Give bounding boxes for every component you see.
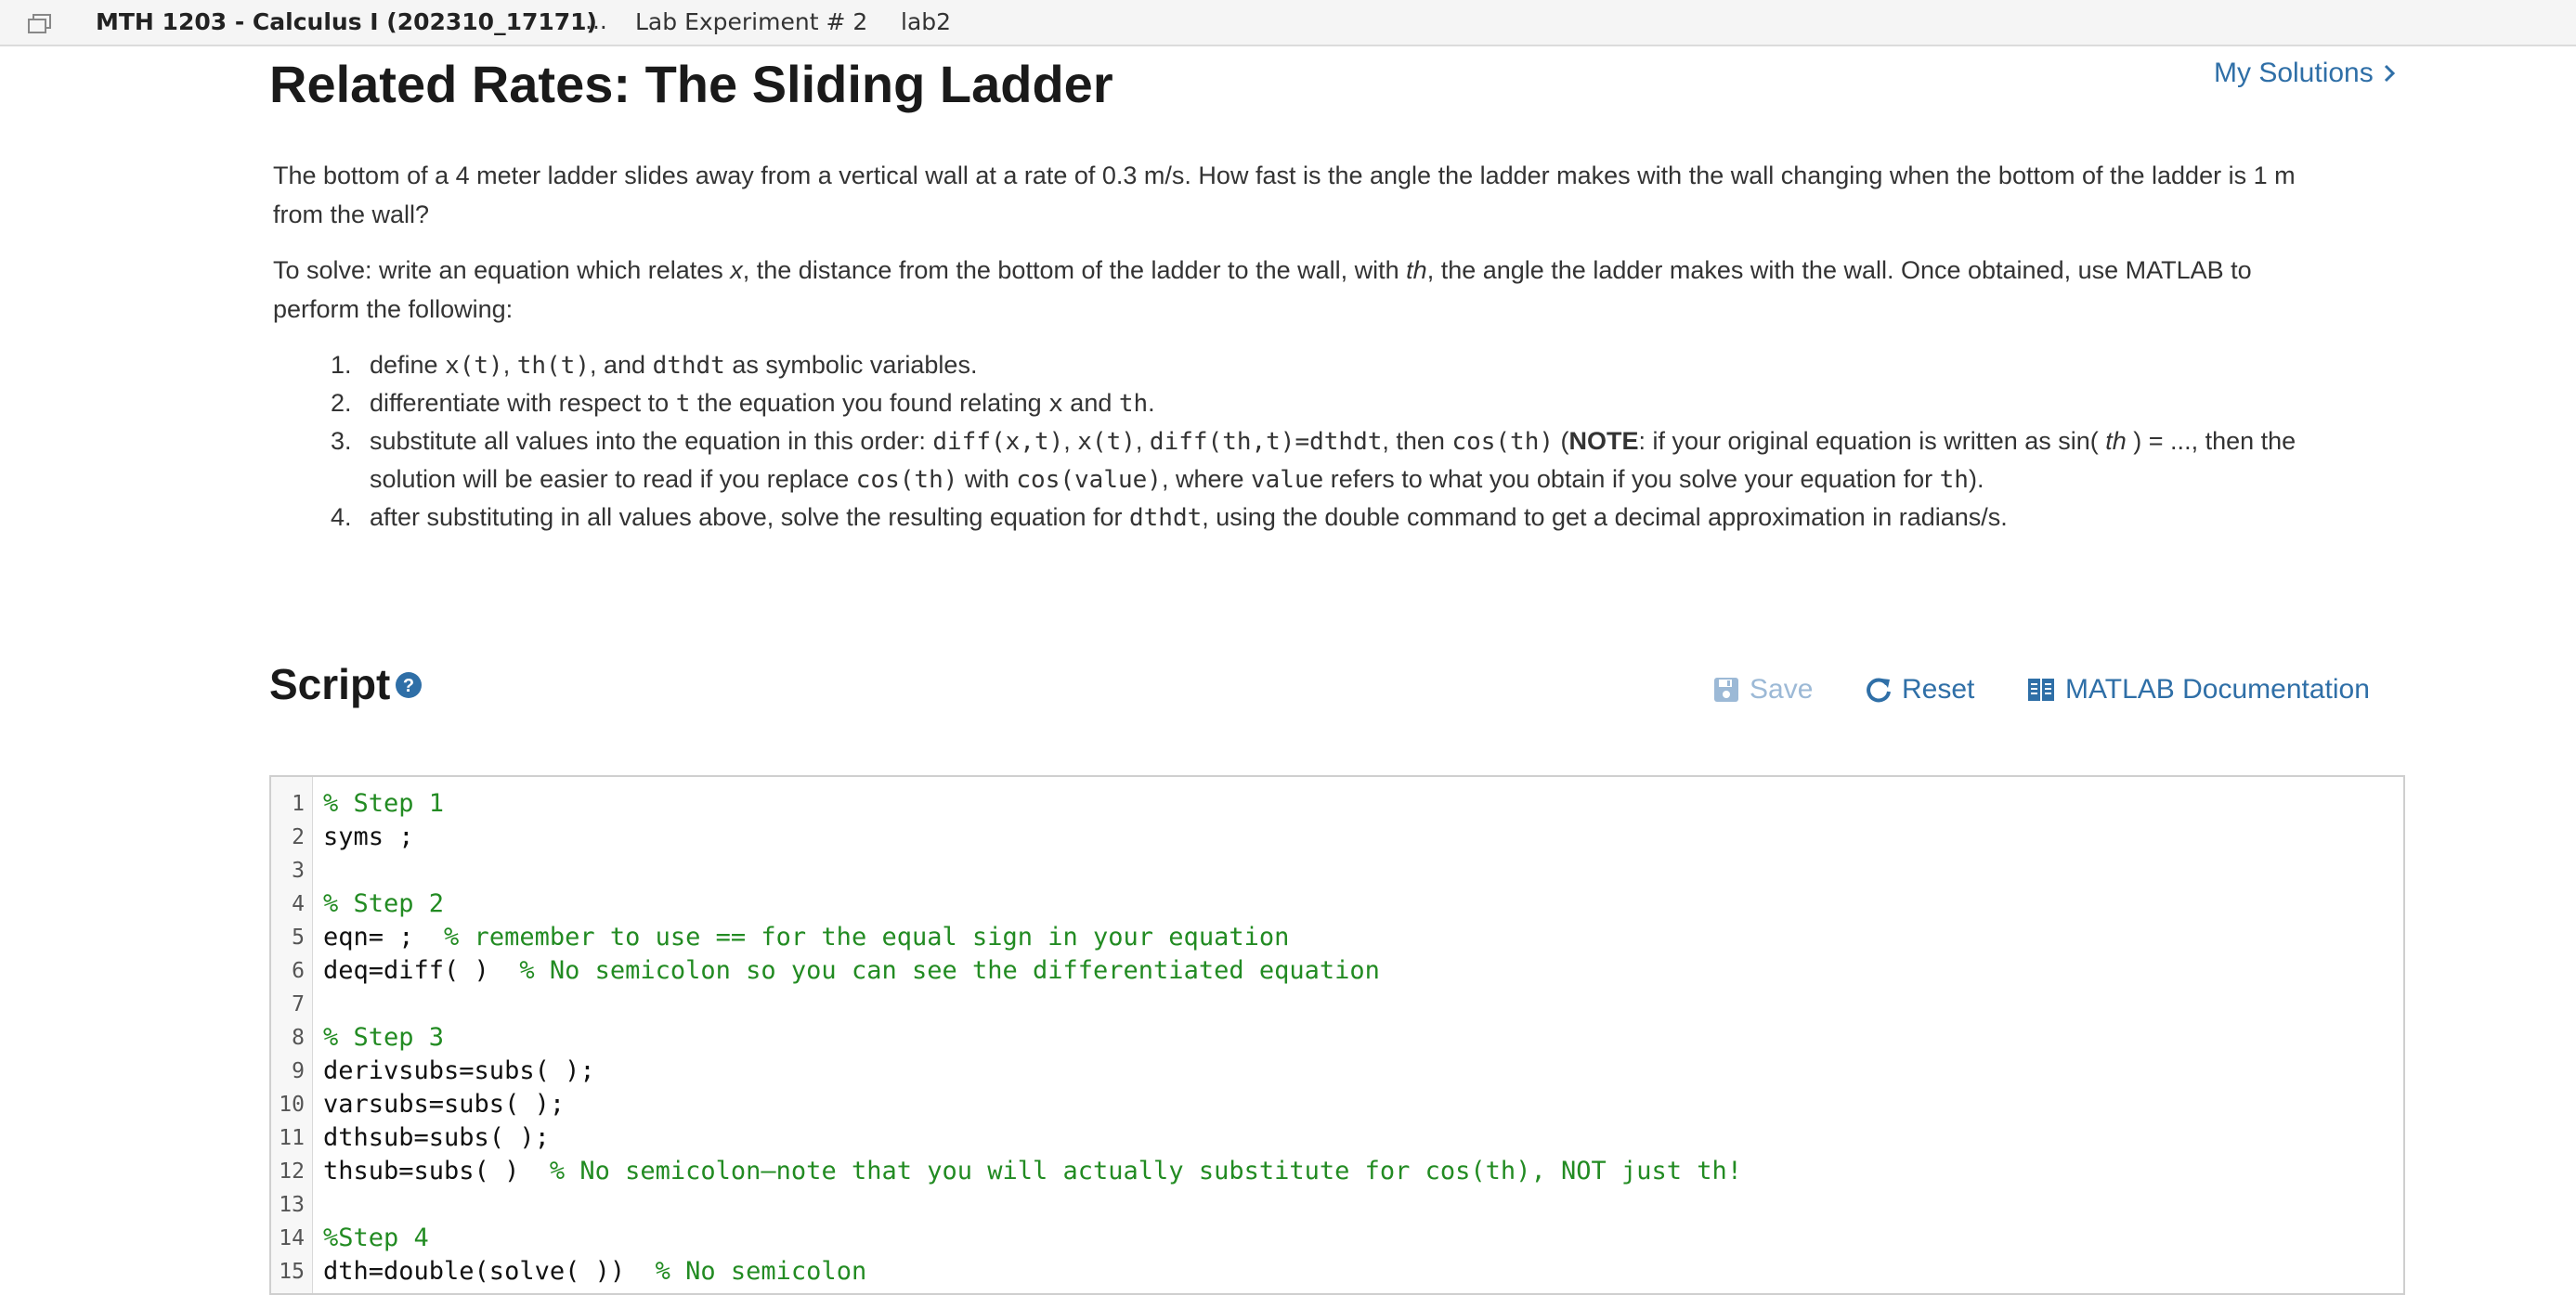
help-icon[interactable]: ? <box>395 671 423 699</box>
list-item: 4. after substituting in all values above… <box>331 503 2008 532</box>
code-text: % Step 3 <box>323 1021 444 1055</box>
problem-statement: The bottom of a 4 meter ladder slides aw… <box>273 162 2296 228</box>
code-text: % Step 2 <box>323 887 444 921</box>
refresh-icon <box>1867 678 1891 703</box>
matlab-documentation-label: MATLAB Documentation <box>2065 674 2370 705</box>
code-line[interactable]: 11 dthsub=subs( ); <box>271 1121 2403 1155</box>
var-th: th <box>1406 256 1427 284</box>
code-editor[interactable]: 1 % Step 1 2 syms ; 3 4 % Step 2 5 eqn= ; % reme… <box>269 775 2405 1295</box>
code-line[interactable]: 14 %Step 4 <box>271 1222 2403 1255</box>
matlab-documentation-button[interactable]: MATLAB Documentation <box>2026 674 2370 706</box>
code-comment: % No semicolon <box>655 1257 867 1286</box>
line-number: 13 <box>279 1193 305 1217</box>
line-number: 12 <box>279 1159 305 1184</box>
code-line[interactable]: 4 % Step 2 <box>271 887 2403 921</box>
breadcrumb-lab-experiment[interactable]: Lab Experiment # 2 <box>635 8 867 35</box>
solve-instructions: To solve: write an equation which relate… <box>273 256 2252 323</box>
code-line[interactable]: 2 syms ; <box>271 821 2403 854</box>
line-number: 7 <box>292 992 305 1017</box>
code-text: % Step 1 <box>323 787 444 821</box>
code-text: dthsub=subs( ); <box>323 1123 550 1152</box>
code-line[interactable]: 8 % Step 3 <box>271 1021 2403 1055</box>
course-title[interactable]: MTH 1203 - Calculus I (202310_17171) <box>96 8 597 35</box>
code-line[interactable]: 1 % Step 1 <box>271 787 2403 821</box>
code-line[interactable]: 5 eqn= ; % remember to use == for the equ… <box>271 921 2403 954</box>
code-text: thsub=subs( ) % No semicolon—note that y… <box>323 1157 1743 1185</box>
code-comment: % Step 3 <box>323 1023 445 1052</box>
code-line[interactable]: 15 dth=double(solve( )) % No semicolon <box>271 1255 2403 1289</box>
list-item: 2. differentiate with respect to t the eq… <box>331 389 1155 418</box>
var-x: x <box>730 256 743 284</box>
breadcrumb-bar: MTH 1203 - Calculus I (202310_17171) ...… <box>0 0 2576 46</box>
line-number: 9 <box>292 1059 305 1083</box>
code-line[interactable]: 9 derivsubs=subs( ); <box>271 1055 2403 1088</box>
reset-label: Reset <box>1902 674 1975 705</box>
chevron-right-icon <box>2384 64 2395 83</box>
code-comment: %Step 4 <box>323 1224 429 1252</box>
code-text: syms ; <box>323 822 414 851</box>
code-comment: % No semicolon—note that you will actual… <box>549 1157 1743 1185</box>
save-button[interactable]: Save <box>1712 674 1813 706</box>
code-line[interactable]: 6 deq=diff( ) % No semicolon so you can s… <box>271 954 2403 988</box>
line-number: 11 <box>279 1126 305 1150</box>
line-number: 3 <box>292 859 305 883</box>
list-item: 1. define x(t), th(t), and dthdt as symbo… <box>331 351 978 380</box>
code-text: dth=double(solve( )) % No semicolon <box>323 1257 867 1286</box>
code-text: varsubs=subs( ); <box>323 1090 566 1119</box>
my-solutions-link[interactable]: My Solutions <box>2214 58 2396 89</box>
code-comment: % remember to use == for the equal sign … <box>444 923 1290 952</box>
code-comment: % Step 2 <box>323 889 445 918</box>
code-comment: % No semicolon so you can see the differ… <box>519 956 1380 985</box>
code-line[interactable]: 13 <box>271 1188 2403 1222</box>
code-text: eqn= ; % remember to use == for the equa… <box>323 923 1290 952</box>
line-number: 4 <box>292 892 305 916</box>
code-text: %Step 4 <box>323 1222 429 1255</box>
line-number: 2 <box>292 825 305 849</box>
svg-text:?: ? <box>403 676 414 696</box>
line-number: 14 <box>279 1226 305 1250</box>
window-restore-icon[interactable] <box>28 14 52 34</box>
code-comment: % Step 1 <box>323 789 445 818</box>
line-number: 1 <box>292 792 305 816</box>
my-solutions-label: My Solutions <box>2214 58 2374 88</box>
list-item: 3. substitute all values into the equatio… <box>331 427 2296 494</box>
line-number: 6 <box>292 959 305 983</box>
reset-button[interactable]: Reset <box>1865 674 1974 706</box>
line-number: 15 <box>279 1260 305 1284</box>
code-lines: 1 % Step 1 2 syms ; 3 4 % Step 2 5 eqn= ; % reme… <box>271 787 2403 1289</box>
breadcrumb-ellipsis[interactable]: ... <box>585 7 607 34</box>
page-title: Related Rates: The Sliding Ladder <box>269 55 1113 113</box>
script-title: Script <box>269 660 391 708</box>
floppy-disk-icon <box>1714 678 1738 702</box>
code-line[interactable]: 3 <box>271 854 2403 887</box>
code-line[interactable]: 10 varsubs=subs( ); <box>271 1088 2403 1121</box>
code-line[interactable]: 12 thsub=subs( ) % No semicolon—note that… <box>271 1155 2403 1188</box>
line-number: 8 <box>292 1026 305 1050</box>
book-icon <box>2028 679 2054 701</box>
save-label: Save <box>1750 674 1814 705</box>
steps-list: 1. define x(t), th(t), and dthdt as symbo… <box>331 346 2355 537</box>
breadcrumb-lab2[interactable]: lab2 <box>901 8 951 35</box>
code-text: derivsubs=subs( ); <box>323 1056 595 1085</box>
line-number: 5 <box>292 926 305 950</box>
code-line[interactable]: 7 <box>271 988 2403 1021</box>
code-text: deq=diff( ) % No semicolon so you can se… <box>323 956 1380 985</box>
line-number: 10 <box>279 1093 305 1117</box>
